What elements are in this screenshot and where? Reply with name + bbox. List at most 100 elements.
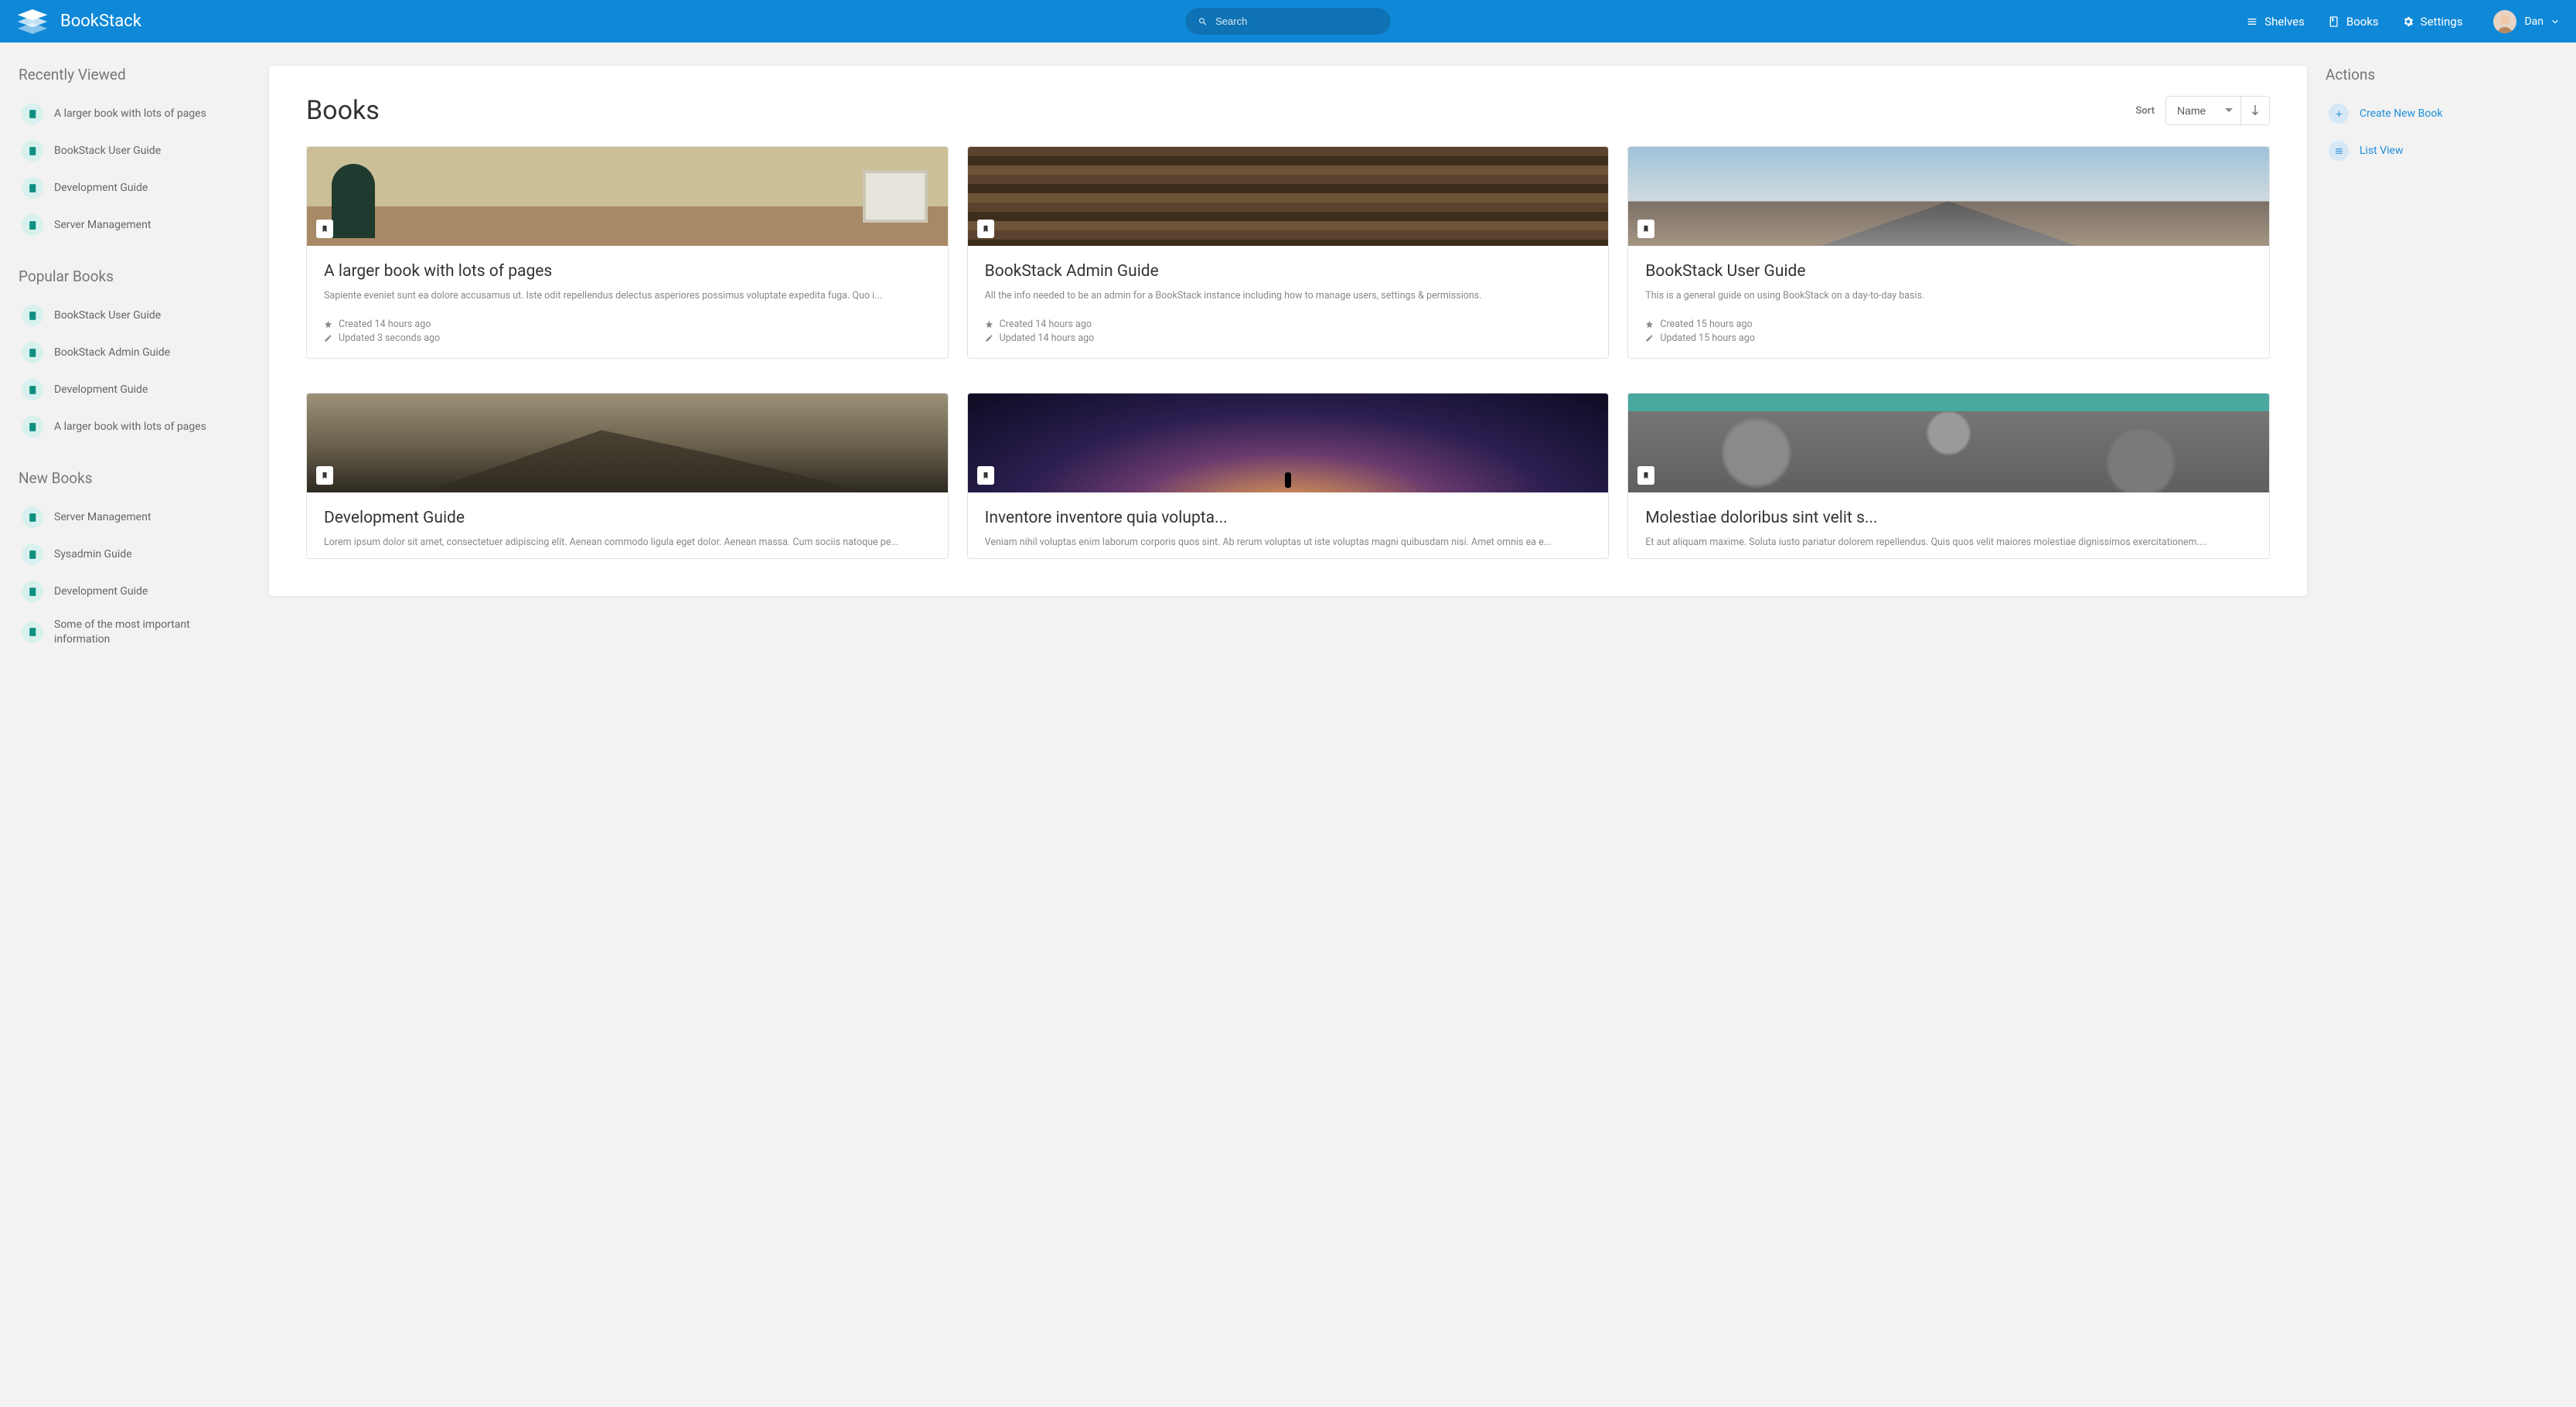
sidebar-book-item[interactable]: Server Management: [19, 501, 250, 533]
sidebar-book-item[interactable]: Development Guide: [19, 172, 250, 204]
book-card[interactable]: Molestiae doloribus sint velit s...Et au…: [1627, 393, 2270, 559]
card-meta: Created 15 hours ago Updated 15 hours ago: [1628, 312, 2269, 358]
card-description: Sapiente eveniet sunt ea dolore accusamu…: [324, 289, 931, 304]
updated-row: Updated 15 hours ago: [1645, 332, 2252, 344]
card-cover: [968, 147, 1609, 246]
nav-settings[interactable]: Settings: [2402, 15, 2463, 29]
sidebar-item-label: Development Guide: [54, 383, 148, 397]
card-body: Development Guide Lorem ipsum dolor sit a…: [307, 492, 948, 558]
nav-books[interactable]: Books: [2328, 15, 2379, 29]
chevron-down-icon: [2551, 18, 2559, 26]
book-icon: [22, 140, 43, 162]
card-title: Development Guide: [324, 508, 931, 528]
card-description: This is a general guide on using BookSta…: [1645, 289, 2252, 304]
search: [1186, 8, 1391, 35]
updated-row: Updated 14 hours ago: [985, 332, 1592, 344]
book-icon: [22, 416, 43, 438]
right-sidebar: Actions Create New Book List View: [2326, 66, 2557, 193]
recent-list: A larger book with lots of pages BookStac…: [19, 97, 250, 241]
brand-name: BookStack: [60, 12, 141, 31]
brand[interactable]: BookStack: [17, 9, 141, 34]
card-description: All the info needed to be an admin for a…: [985, 289, 1592, 304]
sidebar-book-item[interactable]: BookStack User Guide: [19, 135, 250, 167]
user-menu[interactable]: Dan: [2493, 10, 2559, 33]
left-sidebar: Recently Viewed A larger book with lots …: [19, 66, 250, 679]
action-create-book[interactable]: Create New Book: [2326, 97, 2557, 130]
card-cover: [307, 147, 948, 246]
book-card[interactable]: BookStack User Guide This is a general gu…: [1627, 146, 2270, 359]
actions-heading: Actions: [2326, 66, 2557, 83]
sidebar-book-item[interactable]: Server Management: [19, 209, 250, 241]
page-title: Books: [306, 95, 380, 126]
sidebar-book-item[interactable]: BookStack User Guide: [19, 299, 250, 332]
popular-heading: Popular Books: [19, 267, 250, 285]
card-meta: Created 14 hours ago Updated 14 hours ago: [968, 312, 1609, 358]
card-cover: [968, 393, 1609, 492]
sidebar-item-label: Server Management: [54, 218, 151, 233]
book-icon: [2328, 15, 2340, 28]
gear-icon: [2402, 15, 2414, 28]
card-body: A larger book with lots of pagesSapiente…: [307, 246, 948, 312]
book-icon: [22, 581, 43, 602]
book-icon: [22, 543, 43, 565]
card-title: Molestiae doloribus sint velit s...: [1645, 508, 2252, 528]
sort-select[interactable]: Name: [2166, 97, 2240, 124]
book-icon: [22, 622, 43, 643]
sidebar-book-item[interactable]: Some of the most important information: [19, 612, 250, 652]
action-list-view[interactable]: List View: [2326, 135, 2557, 167]
book-icon: [22, 305, 43, 326]
new-list: Server Management Sysadmin Guide Developme…: [19, 501, 250, 652]
avatar: [2493, 10, 2516, 33]
sidebar-item-label: A larger book with lots of pages: [54, 107, 206, 121]
main-header: Books Sort Name: [306, 95, 2270, 126]
book-icon: [22, 342, 43, 363]
created-row: Created 14 hours ago: [985, 319, 1592, 330]
actions-list: Create New Book List View: [2326, 97, 2557, 167]
sidebar-book-item[interactable]: Development Guide: [19, 575, 250, 608]
action-create-label: Create New Book: [2360, 107, 2442, 120]
book-card[interactable]: Development Guide Lorem ipsum dolor sit a…: [306, 393, 949, 559]
bookmark-icon: [316, 220, 333, 238]
top-nav: Shelves Books Settings Dan: [2246, 10, 2559, 33]
card-body: BookStack Admin Guide All the info needed…: [968, 246, 1609, 312]
book-card[interactable]: Inventore inventore quia volupta...Venia…: [967, 393, 1610, 559]
books-grid: A larger book with lots of pagesSapiente…: [306, 146, 2270, 559]
user-name: Dan: [2524, 15, 2544, 28]
created-row: Created 14 hours ago: [324, 319, 931, 330]
book-icon: [22, 103, 43, 124]
nav-shelves-label: Shelves: [2264, 15, 2305, 29]
nav-settings-label: Settings: [2421, 15, 2463, 29]
search-box[interactable]: [1186, 8, 1391, 35]
search-icon: [1198, 16, 1208, 27]
card-title: BookStack User Guide: [1645, 261, 2252, 281]
app-header: BookStack Shelves Books Settings Dan: [0, 0, 2576, 43]
bookmark-icon: [1637, 466, 1654, 485]
created-row: Created 15 hours ago: [1645, 319, 2252, 330]
sidebar-item-label: Sysadmin Guide: [54, 547, 132, 562]
recent-heading: Recently Viewed: [19, 66, 250, 83]
search-input[interactable]: [1215, 15, 1378, 27]
new-heading: New Books: [19, 469, 250, 487]
main-panel: Books Sort Name A larger book with lots …: [269, 66, 2307, 596]
book-card[interactable]: A larger book with lots of pagesSapiente…: [306, 146, 949, 359]
sidebar-item-label: BookStack User Guide: [54, 308, 161, 323]
card-description: Lorem ipsum dolor sit amet, consectetuer…: [324, 536, 931, 550]
sidebar-book-item[interactable]: BookStack Admin Guide: [19, 336, 250, 369]
book-card[interactable]: BookStack Admin Guide All the info needed…: [967, 146, 1610, 359]
sidebar-item-label: BookStack Admin Guide: [54, 346, 170, 360]
sidebar-book-item[interactable]: Sysadmin Guide: [19, 538, 250, 571]
sort-controls: Sort Name: [2135, 96, 2270, 125]
card-description: Veniam nihil voluptas enim laborum corpo…: [985, 536, 1592, 550]
sidebar-book-item[interactable]: A larger book with lots of pages: [19, 411, 250, 443]
book-icon: [22, 214, 43, 236]
logo-icon: [17, 9, 48, 34]
card-cover: [1628, 147, 2269, 246]
nav-shelves[interactable]: Shelves: [2246, 15, 2305, 29]
sort-direction-button[interactable]: [2241, 97, 2269, 124]
card-title: BookStack Admin Guide: [985, 261, 1592, 281]
bookmark-icon: [977, 466, 994, 485]
sidebar-book-item[interactable]: Development Guide: [19, 373, 250, 406]
sidebar-item-label: A larger book with lots of pages: [54, 420, 206, 434]
sidebar-book-item[interactable]: A larger book with lots of pages: [19, 97, 250, 130]
card-body: Inventore inventore quia volupta...Venia…: [968, 492, 1609, 558]
